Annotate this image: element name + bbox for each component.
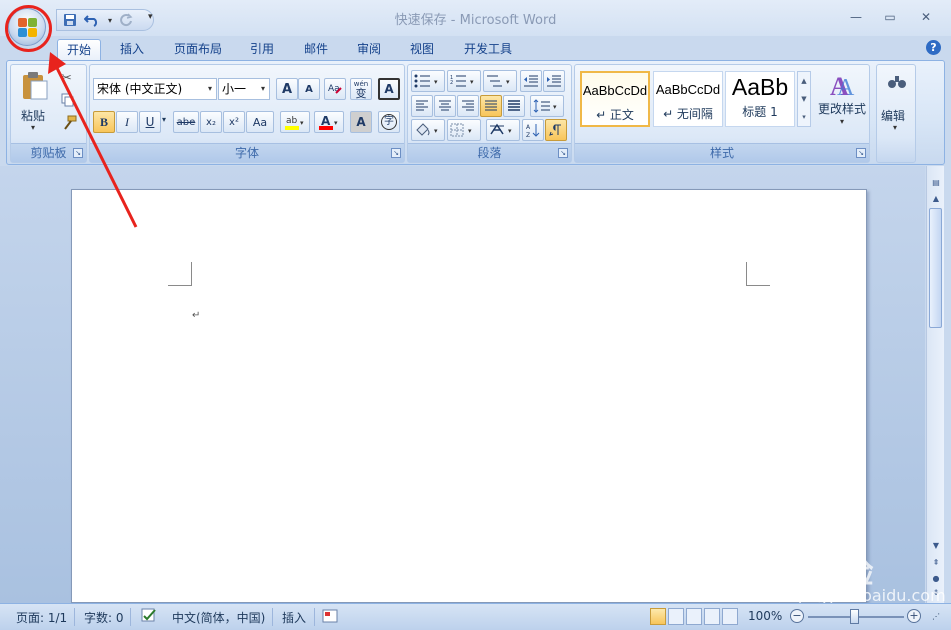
annotation-arrow-icon bbox=[48, 52, 138, 228]
annotation-circle bbox=[5, 5, 52, 52]
